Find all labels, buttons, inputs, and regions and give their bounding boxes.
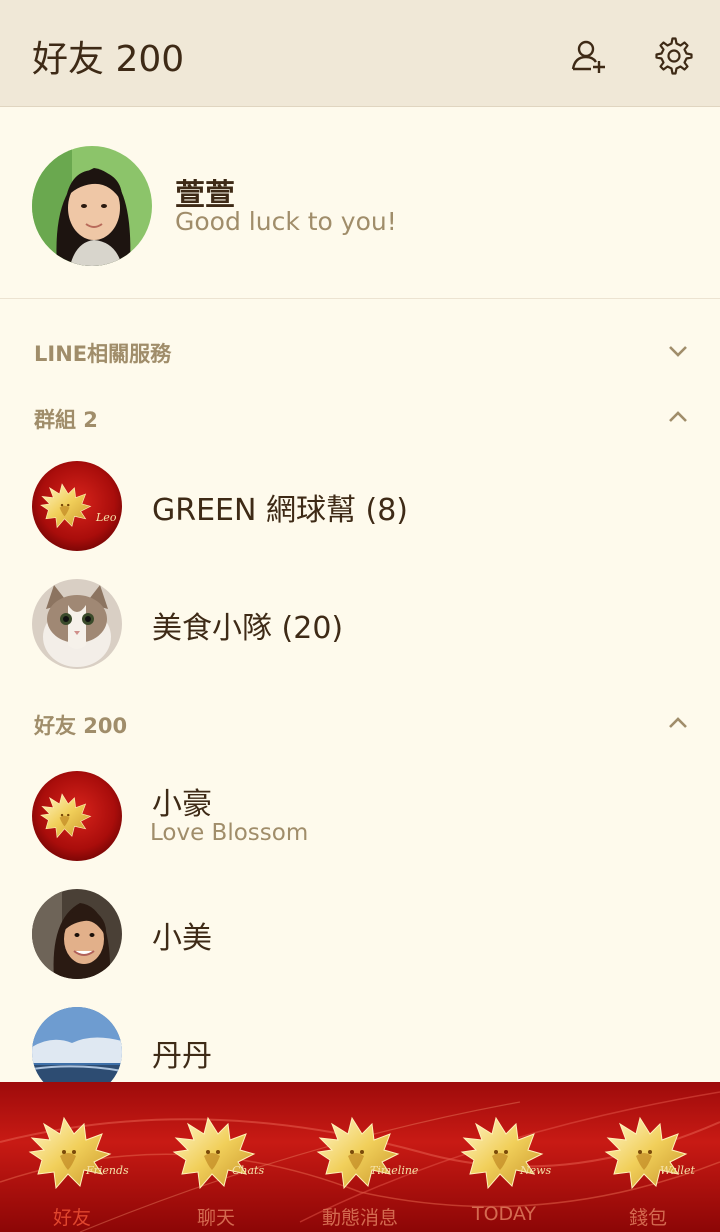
person-add-icon[interactable] [569, 36, 609, 76]
section-label: 好友 200 [34, 714, 128, 738]
lion-icon [317, 1117, 399, 1189]
section-label: LINE相關服務 [34, 342, 172, 366]
tab-today[interactable]: News TODAY [432, 1082, 576, 1232]
lion-icon [461, 1117, 543, 1189]
tab-friends[interactable]: Friends 好友 [0, 1082, 144, 1232]
tab-script-label: Timeline [370, 1164, 419, 1177]
tab-wallet[interactable]: Wallet 錢包 [576, 1082, 720, 1232]
section-label: 群組 2 [34, 408, 98, 432]
avatar: Leo [32, 461, 122, 551]
list-item[interactable]: 小美 [0, 875, 720, 993]
tab-timeline[interactable]: Timeline 動態消息 [288, 1082, 432, 1232]
tab-label: 錢包 [628, 1207, 667, 1229]
avatar [32, 889, 122, 979]
chevron-up-icon[interactable] [666, 711, 690, 735]
friend-name: 小豪 [152, 787, 212, 822]
chevron-up-icon[interactable] [666, 405, 690, 429]
profile-status-message: Good luck to you! [175, 207, 397, 236]
tab-script-label: Wallet [660, 1164, 695, 1177]
avatar[interactable] [32, 146, 152, 266]
my-profile[interactable]: 萱萱 Good luck to you! [0, 107, 720, 299]
tab-label: 聊天 [196, 1207, 235, 1229]
friend-name: 丹丹 [152, 1039, 212, 1074]
chevron-down-icon[interactable] [666, 339, 690, 363]
section-groups[interactable]: 群組 2 [0, 387, 720, 447]
lion-icon [173, 1117, 255, 1189]
tab-script-label: News [520, 1164, 552, 1177]
tab-script-label: Chats [232, 1164, 265, 1177]
section-friends[interactable]: 好友 200 [0, 693, 720, 753]
lion-icon [605, 1117, 687, 1189]
app-header: 好友 200 [0, 0, 720, 107]
group-name: GREEN 網球幫 (8) [152, 493, 409, 528]
tab-chats[interactable]: Chats 聊天 [144, 1082, 288, 1232]
avatar-label: Leo [95, 511, 117, 524]
tab-label: 好友 [52, 1207, 91, 1229]
list-item[interactable]: Leo GREEN 網球幫 (8) [0, 447, 720, 565]
avatar [32, 771, 122, 861]
tab-label: 動態消息 [321, 1207, 398, 1229]
tab-script-label: Friends [86, 1164, 129, 1177]
lion-icon [29, 1117, 111, 1189]
section-line-services[interactable]: LINE相關服務 [0, 321, 720, 381]
friend-status: Love Blossom [150, 820, 309, 846]
tab-label: TODAY [472, 1203, 536, 1225]
gear-icon[interactable] [654, 36, 694, 76]
avatar [32, 579, 122, 669]
bottom-tab-bar: Friends 好友 Chats 聊天 Timeline 動態消息 News T… [0, 1082, 720, 1232]
list-item[interactable]: 小豪 Love Blossom [0, 757, 720, 875]
list-item[interactable]: 美食小隊 (20) [0, 565, 720, 683]
group-name: 美食小隊 (20) [152, 611, 344, 646]
friend-name: 小美 [152, 921, 212, 956]
page-title: 好友 200 [32, 39, 185, 80]
